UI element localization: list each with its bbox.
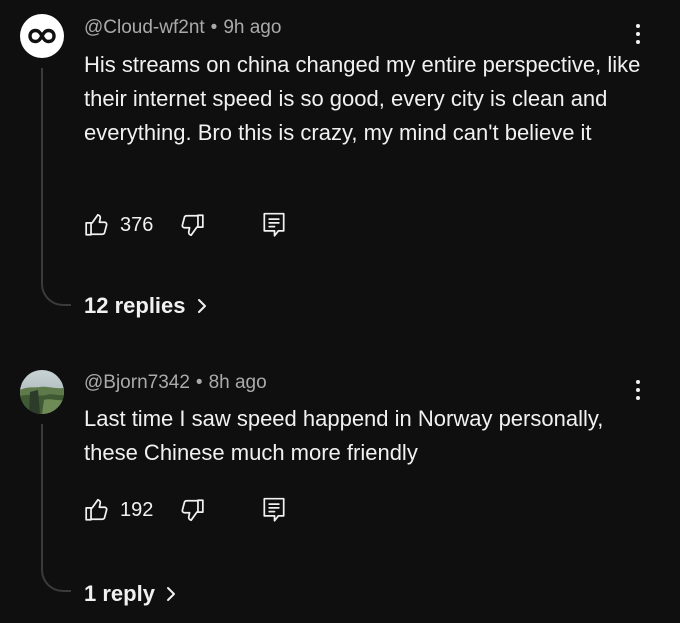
- thumbs-up-icon: [85, 213, 108, 236]
- avatar[interactable]: [20, 370, 64, 414]
- like-count: 376: [120, 213, 154, 236]
- like-button[interactable]: 376: [84, 210, 153, 240]
- reply-button[interactable]: [261, 495, 287, 525]
- chevron-right-icon: [166, 587, 175, 601]
- comment-text: His streams on china changed my entire p…: [84, 52, 641, 145]
- meta-separator: •: [210, 17, 218, 38]
- reply-comment-icon: [263, 212, 285, 237]
- dislike-button[interactable]: [179, 495, 205, 525]
- comment-thread: @Cloud-wf2nt • 9h ago His streams on china…: [0, 0, 680, 330]
- meta-separator: •: [195, 372, 203, 393]
- thumbs-up-icon: [85, 498, 108, 521]
- thumbs-down-icon: [181, 214, 205, 237]
- reply-comment-icon: [263, 497, 285, 522]
- comment-timestamp: 9h ago: [223, 17, 282, 38]
- comment-actions: 376: [84, 210, 287, 240]
- reply-button[interactable]: [261, 210, 287, 240]
- avatar[interactable]: [20, 14, 64, 58]
- view-replies-button[interactable]: 12 replies: [84, 293, 208, 319]
- comment-meta: @Bjorn7342 • 8h ago: [84, 372, 267, 394]
- infinity-logo-icon: [28, 28, 56, 44]
- replies-label: 12 replies: [84, 293, 186, 318]
- comment-actions: 192: [84, 495, 287, 525]
- dislike-button[interactable]: [179, 210, 205, 240]
- comment-author[interactable]: @Cloud-wf2nt: [84, 17, 205, 38]
- comment-timestamp: 8h ago: [208, 372, 267, 393]
- comment-text: Last time I saw speed happend in Norway …: [84, 406, 604, 465]
- thread-connector-line: [41, 424, 71, 592]
- comment-author[interactable]: @Bjorn7342: [84, 372, 190, 393]
- more-vertical-icon[interactable]: [626, 18, 650, 50]
- comment-thread: @Bjorn7342 • 8h ago Last time I saw speed …: [0, 352, 680, 623]
- landscape-photo-avatar: [20, 370, 64, 414]
- view-replies-button[interactable]: 1 reply: [84, 581, 177, 607]
- chevron-right-icon: [197, 299, 206, 313]
- replies-label: 1 reply: [84, 581, 155, 606]
- like-button[interactable]: 192: [84, 495, 153, 525]
- comment-meta: @Cloud-wf2nt • 9h ago: [84, 17, 281, 39]
- thumbs-down-icon: [181, 499, 205, 522]
- like-count: 192: [120, 498, 154, 521]
- thread-connector-line: [41, 68, 71, 306]
